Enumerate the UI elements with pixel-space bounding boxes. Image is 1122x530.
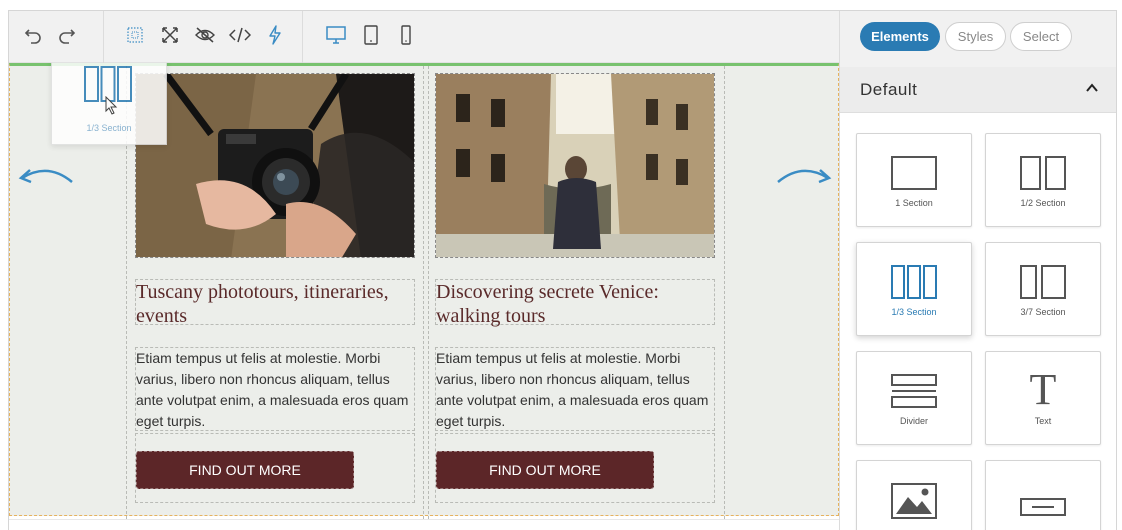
third-section-icon (891, 265, 937, 299)
code-icon[interactable] (228, 23, 252, 47)
redo-icon[interactable] (55, 23, 79, 47)
button-icon (1020, 498, 1066, 516)
element-label: 1 Section (895, 198, 933, 208)
next-section (9, 519, 839, 530)
select-all-icon[interactable] (123, 23, 147, 47)
cursor-icon (105, 96, 118, 115)
section-title: Default (860, 80, 918, 99)
half-section-icon (1020, 156, 1066, 190)
find-out-more-button[interactable]: FIND OUT MORE (436, 451, 654, 489)
undo-icon[interactable] (21, 23, 45, 47)
column-guide (724, 66, 725, 519)
element-divider[interactable]: Divider (856, 351, 972, 445)
element-label: Divider (899, 416, 928, 426)
divider-icon (891, 374, 937, 408)
mobile-icon[interactable] (394, 23, 418, 47)
tab-elements[interactable]: Elements (860, 22, 940, 51)
image-icon (891, 483, 937, 519)
card-body[interactable]: Etiam tempus ut felis at molestie. Morbi… (135, 347, 415, 431)
editor-canvas: Tuscany phototours, itineraries, events … (9, 63, 839, 530)
button-container: FIND OUT MORE (135, 433, 415, 503)
element-three-seven-section[interactable]: 3/7 Section (985, 242, 1101, 336)
tab-styles[interactable]: Styles (945, 22, 1006, 51)
one-section-icon (891, 156, 937, 190)
drag-ghost: 1/3 Section (51, 63, 167, 145)
toolbar (9, 11, 839, 63)
element-button[interactable] (985, 460, 1101, 530)
desktop-icon[interactable] (324, 23, 348, 47)
button-container: FIND OUT MORE (435, 433, 715, 503)
elements-grid: 1 Section 1/2 Section 1/3 Section 3/7 Se… (840, 113, 1116, 530)
card-title[interactable]: Tuscany phototours, itineraries, events (135, 279, 415, 327)
element-half-section[interactable]: 1/2 Section (985, 133, 1101, 227)
element-label: Text (1034, 416, 1052, 426)
element-one-section[interactable]: 1 Section (856, 133, 972, 227)
drag-arrow-icon (777, 169, 832, 184)
drag-ghost-label: 1/3 Section (86, 123, 132, 133)
three-seven-section-icon (1020, 265, 1066, 299)
element-image[interactable] (856, 460, 972, 530)
drag-arrow-icon (18, 169, 73, 184)
editor-window: Tuscany phototours, itineraries, events … (8, 10, 1117, 530)
tab-select[interactable]: Select (1010, 22, 1072, 51)
element-third-section[interactable]: 1/3 Section (856, 242, 972, 336)
card-body[interactable]: Etiam tempus ut felis at molestie. Morbi… (435, 347, 715, 431)
svg-text:T: T (1030, 370, 1057, 408)
tablet-icon[interactable] (359, 23, 383, 47)
element-text[interactable]: T Text (985, 351, 1101, 445)
text-icon: T (1030, 370, 1057, 408)
card-image[interactable] (435, 73, 715, 258)
find-out-more-button[interactable]: FIND OUT MORE (136, 451, 354, 489)
element-label: 1/2 Section (1020, 198, 1066, 208)
hide-icon[interactable] (193, 23, 217, 47)
element-label: 3/7 Section (1020, 307, 1066, 317)
card-image[interactable] (135, 73, 415, 258)
column-guide (423, 66, 424, 519)
right-panel: Elements Styles Select Default 1 Section… (839, 11, 1116, 530)
section-header-default[interactable]: Default (840, 67, 1116, 113)
element-label: 1/3 Section (891, 307, 937, 317)
lightning-icon[interactable] (263, 23, 287, 47)
chevron-up-icon[interactable] (1085, 81, 1099, 95)
card-title[interactable]: Discovering secrete Venice: walking tour… (435, 279, 715, 327)
column-guide (428, 66, 429, 519)
fullscreen-icon[interactable] (158, 23, 182, 47)
